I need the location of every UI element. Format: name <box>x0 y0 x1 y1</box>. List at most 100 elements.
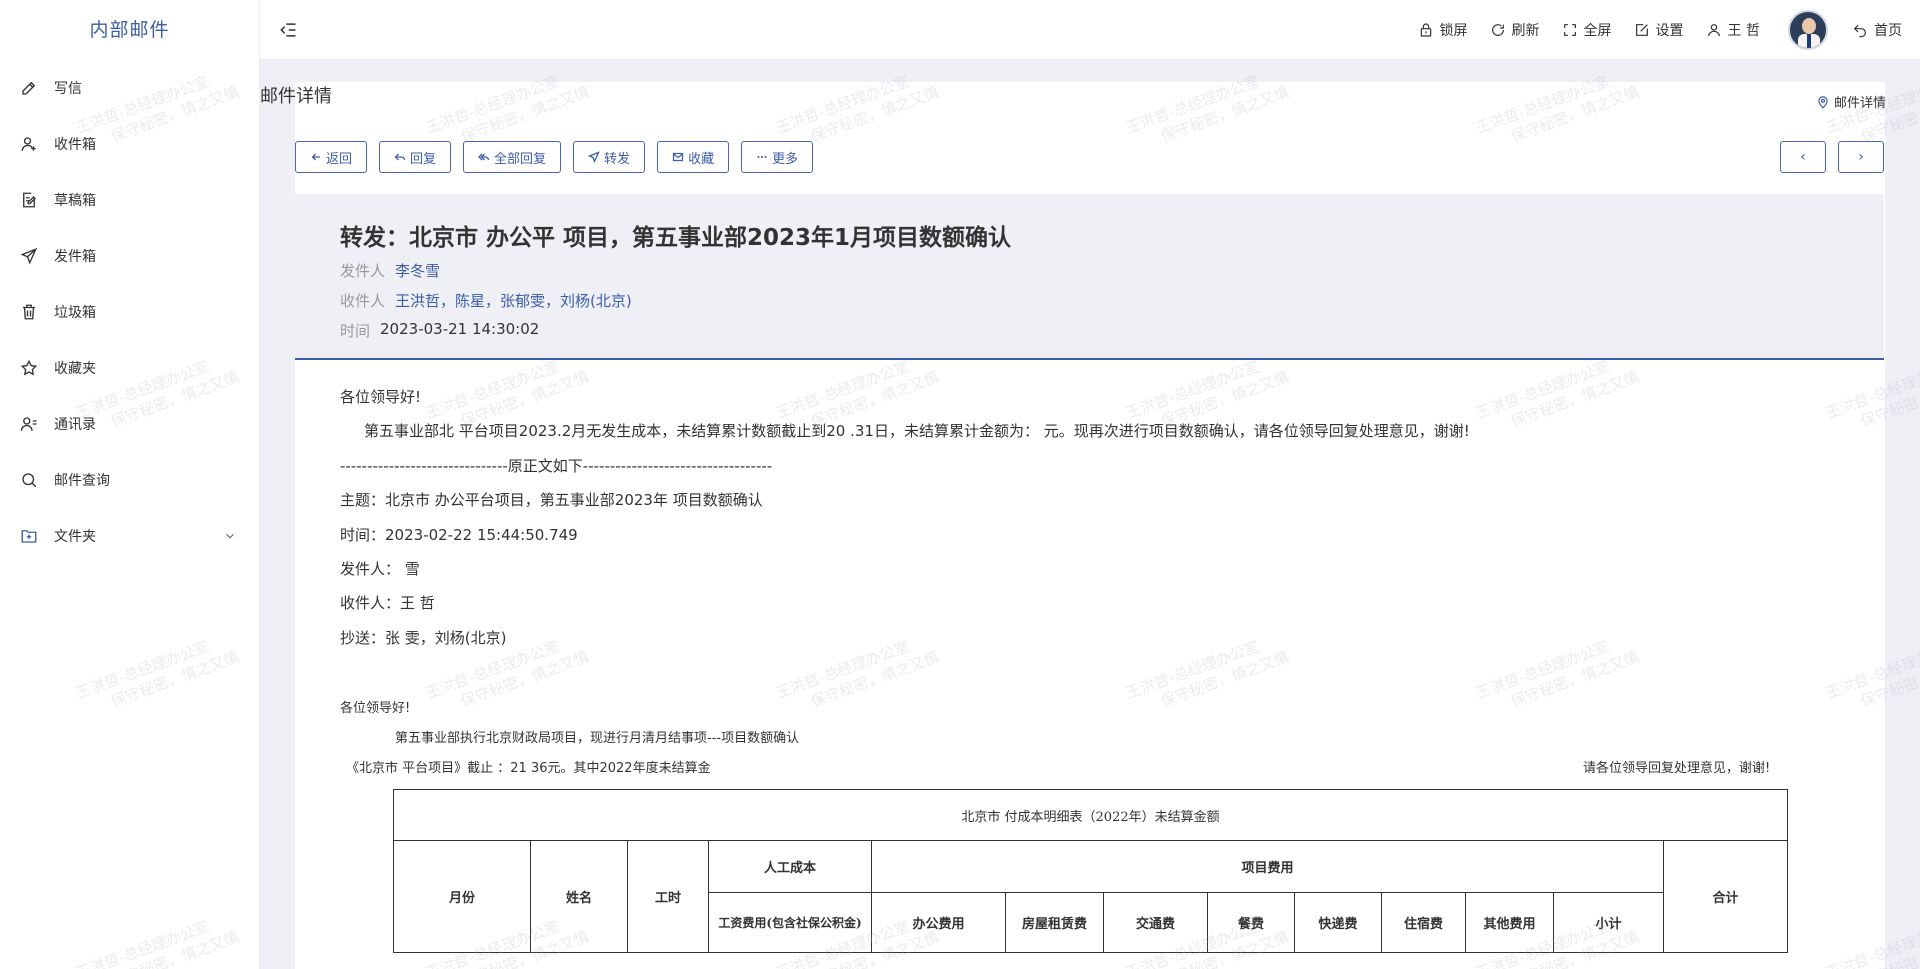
next-mail-button[interactable]: › <box>1838 141 1884 173</box>
sidebar-item-label: 通讯录 <box>54 417 96 433</box>
col-project: 项目费用 <box>871 840 1664 893</box>
settings-label: 设置 <box>1655 23 1684 39</box>
send-icon <box>20 247 38 265</box>
home-button[interactable]: 首页 <box>1852 20 1902 40</box>
sidebar-item-label: 收件箱 <box>54 137 96 153</box>
breadcrumb-label: 邮件详情 <box>1833 96 1886 111</box>
col-total: 合计 <box>1663 840 1788 953</box>
refresh-button[interactable]: 刷新 <box>1490 20 1540 40</box>
user-name: 王 哲 <box>1727 23 1760 39</box>
pencil-icon <box>20 79 38 97</box>
table-title: 北京市 付成本明细表（2022年）未结算金额 <box>393 789 1788 841</box>
user-icon <box>1707 24 1720 37</box>
folder-plus-icon <box>20 527 38 545</box>
mail-icon <box>672 152 684 162</box>
note-edit-icon <box>20 191 38 209</box>
col-hours: 工时 <box>627 840 709 953</box>
sidebar-item-label: 写信 <box>54 81 82 97</box>
send-icon <box>588 151 600 163</box>
mail-toolbar: 返回 回复 全部回复 转发 收藏 更多 <box>295 141 825 173</box>
header-actions: 锁屏 刷新 全屏 设置 王 哲 首页 <box>1396 0 1902 60</box>
trash-icon <box>20 303 38 321</box>
sidebar-item-label: 文件夹 <box>54 529 96 545</box>
user-plus-icon <box>20 135 38 153</box>
col-office: 办公费用 <box>871 892 1006 953</box>
location-pin-icon <box>1818 95 1828 109</box>
original-time: 时间：2023-02-22 15:44:50.749 <box>340 526 578 544</box>
body-paragraph-3-right: 请各位领导回复处理意见，谢谢! <box>1583 761 1771 776</box>
reply-icon <box>394 153 406 161</box>
mail-nav: ‹ › <box>1768 141 1884 173</box>
sidebar-item-label: 收藏夹 <box>54 361 96 377</box>
greeting-2: 各位领导好! <box>340 701 411 716</box>
arrow-left-icon <box>311 153 320 161</box>
mail-header: 转发：北京市 办公平 项目，第五事业部2023年1月项目数额确认 发件人 李冬雪… <box>295 194 1884 360</box>
sidebar-item-search[interactable]: 邮件查询 <box>0 452 259 508</box>
original-recipient: 收件人：王 哲 <box>340 594 435 612</box>
page-title: 邮件详情 <box>260 86 332 107</box>
sidebar-item-sent[interactable]: 发件箱 <box>0 228 259 284</box>
prev-mail-button[interactable]: ‹ <box>1780 141 1826 173</box>
sidebar-menu: 写信 收件箱 草稿箱 发件箱 垃圾箱 收藏夹 通讯录 邮件查询 文件夹 <box>0 60 259 564</box>
avatar-face <box>1802 18 1816 34</box>
col-express: 快递费 <box>1294 892 1382 953</box>
reply-all-icon <box>478 153 490 161</box>
mail-sender-row: 发件人 李冬雪 <box>340 260 440 281</box>
refresh-icon <box>1491 24 1504 36</box>
sidebar-item-drafts[interactable]: 草稿箱 <box>0 172 259 228</box>
refresh-label: 刷新 <box>1511 23 1540 39</box>
fullscreen-button[interactable]: 全屏 <box>1562 20 1612 40</box>
back-button[interactable]: 返回 <box>295 141 368 173</box>
original-divider: -------------------------------原正文如下----… <box>340 457 773 475</box>
fullscreen-label: 全屏 <box>1583 23 1612 39</box>
mail-recipients-row: 收件人 王洪哲，陈星，张郁雯，刘杨(北京) <box>340 290 632 311</box>
reply-button[interactable]: 回复 <box>379 141 452 173</box>
sidebar-item-trash[interactable]: 垃圾箱 <box>0 284 259 340</box>
sidebar: 内部邮件 写信 收件箱 草稿箱 发件箱 垃圾箱 收藏夹 通讯录 邮件查询 文件夹 <box>0 0 260 969</box>
lock-label: 锁屏 <box>1439 23 1468 39</box>
mail-time: 2023-03-21 14:30:02 <box>380 320 540 338</box>
body-paragraph-2: 第五事业部执行北京财政局项目，现进行月清月结事项---项目数额确认 <box>395 731 800 746</box>
greeting: 各位领导好! <box>340 388 422 406</box>
original-subject: 主题：北京市 办公平台项目，第五事业部2023年 项目数额确认 <box>340 491 763 509</box>
original-cc: 抄送：张 雯，刘杨(北京) <box>340 629 507 647</box>
favorite-button[interactable]: 收藏 <box>657 141 730 173</box>
star-icon <box>20 359 38 377</box>
forward-label: 转发 <box>604 151 631 167</box>
home-label: 首页 <box>1874 23 1902 39</box>
sidebar-item-folders[interactable]: 文件夹 <box>0 508 259 564</box>
settings-button[interactable]: 设置 <box>1634 20 1684 40</box>
lock-screen-button[interactable]: 锁屏 <box>1418 20 1468 40</box>
original-sender: 发件人： 雪 <box>340 560 420 578</box>
col-rent: 房屋租赁费 <box>1005 892 1104 953</box>
sidebar-item-label: 草稿箱 <box>54 193 96 209</box>
user-menu[interactable]: 王 哲 <box>1706 20 1760 40</box>
sidebar-item-inbox[interactable]: 收件箱 <box>0 116 259 172</box>
mail-time-row: 时间 2023-03-21 14:30:02 <box>340 320 539 341</box>
favorite-label: 收藏 <box>688 151 715 167</box>
sidebar-item-contacts[interactable]: 通讯录 <box>0 396 259 452</box>
reply-label: 回复 <box>410 151 437 167</box>
collapse-menu-icon[interactable] <box>278 20 298 40</box>
app-logo[interactable]: 内部邮件 <box>0 0 259 60</box>
forward-button[interactable]: 转发 <box>573 141 646 173</box>
avatar[interactable] <box>1788 10 1828 50</box>
reply-all-label: 全部回复 <box>494 151 547 167</box>
sender-link[interactable]: 李冬雪 <box>395 260 440 281</box>
fullscreen-icon <box>1563 24 1576 36</box>
sender-label: 发件人 <box>340 262 386 280</box>
sidebar-item-label: 邮件查询 <box>54 473 110 489</box>
col-wage: 工资费用(包含社保公积金) <box>708 892 872 953</box>
col-subtotal: 小计 <box>1553 892 1664 953</box>
more-button[interactable]: 更多 <box>741 141 814 173</box>
sidebar-item-favorites[interactable]: 收藏夹 <box>0 340 259 396</box>
recipients-label: 收件人 <box>340 292 386 310</box>
more-dots-icon <box>757 156 767 158</box>
contacts-icon <box>20 415 38 433</box>
body-paragraph: 第五事业部北 平台项目2023.2月无发生成本，未结算累计数额截止到20 .31… <box>364 422 1470 440</box>
sidebar-item-compose[interactable]: 写信 <box>0 60 259 116</box>
avatar-tie <box>1807 34 1811 48</box>
sidebar-item-label: 垃圾箱 <box>54 305 96 321</box>
recipients-link[interactable]: 王洪哲，陈星，张郁雯，刘杨(北京) <box>395 290 632 311</box>
reply-all-button[interactable]: 全部回复 <box>463 141 562 173</box>
